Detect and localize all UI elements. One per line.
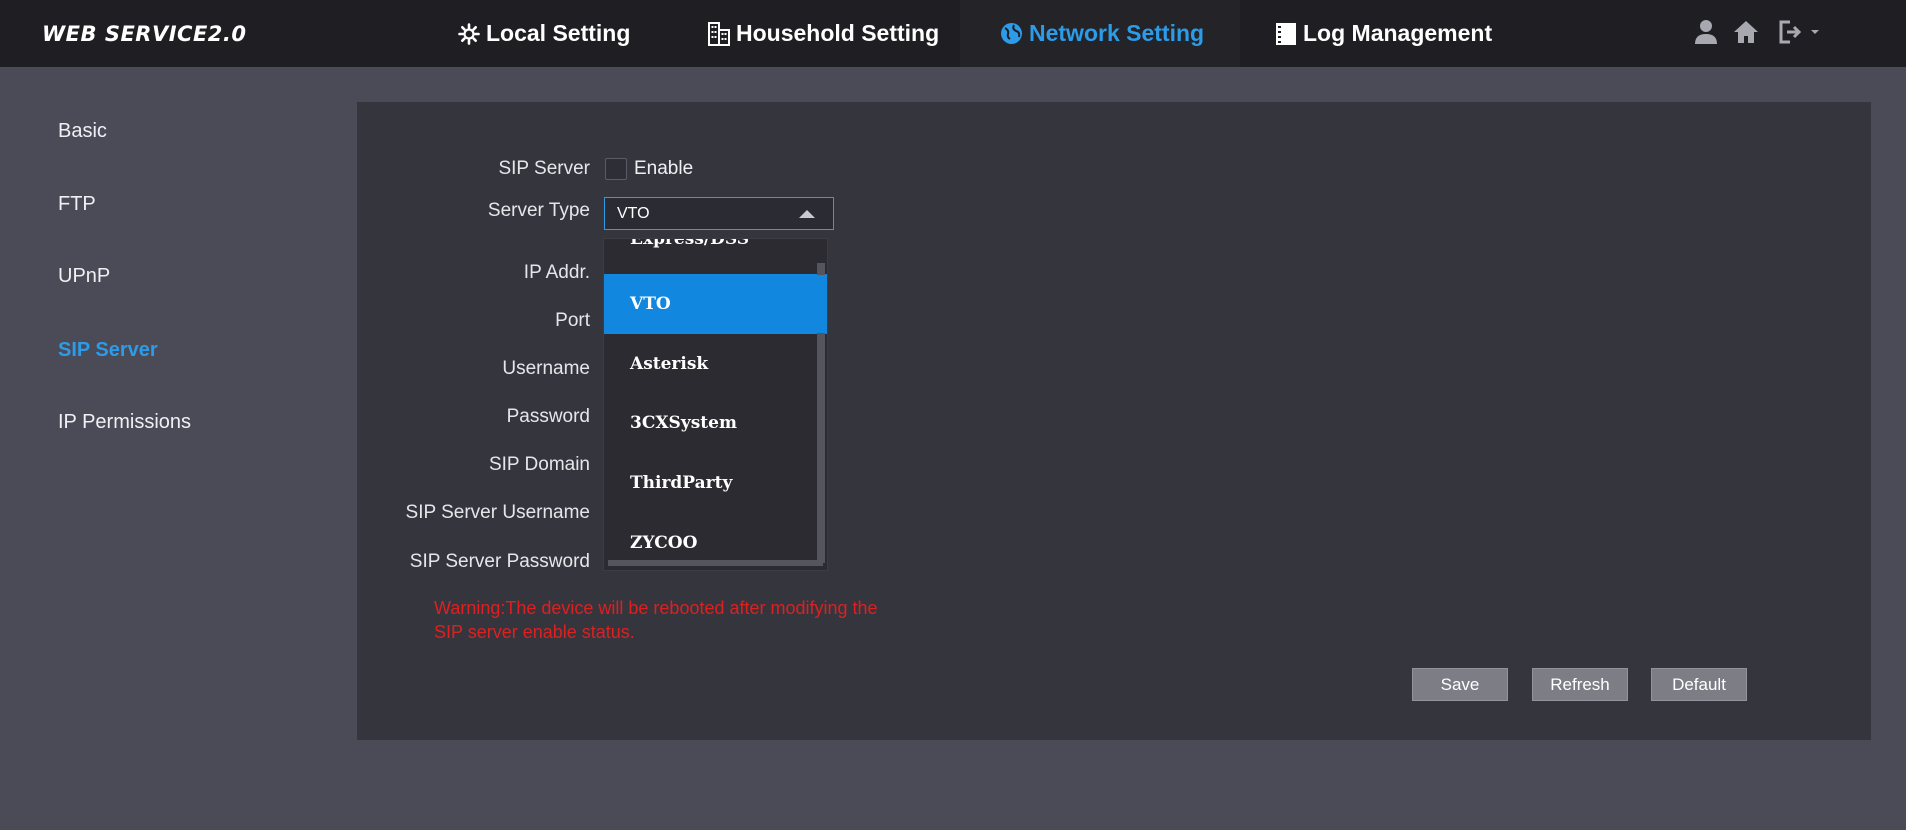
dropdown-option-3cxsystem[interactable]: 3CXSystem bbox=[604, 393, 827, 453]
port-label: Port bbox=[555, 310, 590, 331]
sidebar-item-ip-permissions[interactable]: IP Permissions bbox=[58, 411, 191, 434]
save-button[interactable]: Save bbox=[1412, 668, 1508, 701]
building-icon bbox=[708, 21, 730, 46]
globe-icon bbox=[1000, 22, 1023, 45]
dropdown-option-thirdparty[interactable]: ThirdParty bbox=[604, 453, 827, 513]
tab-log-management[interactable]: Log Management bbox=[1275, 0, 1492, 67]
default-button[interactable]: Default bbox=[1651, 668, 1747, 701]
username-label: Username bbox=[502, 358, 590, 379]
ip-addr-label: IP Addr. bbox=[523, 262, 590, 283]
gear-icon bbox=[458, 22, 480, 45]
chevron-up-icon bbox=[799, 210, 815, 218]
sidebar-item-upnp[interactable]: UPnP bbox=[58, 265, 110, 288]
server-type-select[interactable]: VTO bbox=[604, 197, 834, 230]
logout-icon[interactable] bbox=[1778, 19, 1822, 50]
log-icon bbox=[1275, 22, 1297, 46]
sip-domain-label: SIP Domain bbox=[488, 454, 590, 475]
sidebar-item-basic[interactable]: Basic bbox=[58, 120, 107, 143]
tab-household-setting[interactable]: Household Setting bbox=[708, 0, 939, 67]
top-navigation-bar: WEB SERVICE2.0 Local Setting Household S… bbox=[0, 0, 1906, 67]
tab-network-setting[interactable]: Network Setting bbox=[960, 0, 1240, 67]
tab-label: Household Setting bbox=[736, 20, 940, 46]
app-logo: WEB SERVICE2.0 bbox=[42, 22, 247, 46]
server-type-dropdown: Express/DSS VTO Asterisk 3CXSystem Third… bbox=[603, 238, 828, 571]
reboot-warning: Warning:The device will be rebooted afte… bbox=[434, 596, 954, 644]
home-icon[interactable] bbox=[1733, 19, 1759, 50]
refresh-button[interactable]: Refresh bbox=[1532, 668, 1628, 701]
warning-line-2: SIP server enable status. bbox=[434, 622, 635, 642]
dropdown-option-express-dss[interactable]: Express/DSS bbox=[604, 239, 827, 269]
tab-label: Network Setting bbox=[1029, 20, 1205, 46]
dropdown-option-asterisk[interactable]: Asterisk bbox=[604, 334, 827, 394]
sip-server-username-label: SIP Server Username bbox=[405, 502, 590, 523]
dropdown-scrollbar-thumb[interactable] bbox=[817, 275, 825, 333]
sip-server-password-label: SIP Server Password bbox=[409, 551, 590, 572]
password-label: Password bbox=[506, 406, 590, 427]
user-icon[interactable] bbox=[1694, 19, 1718, 50]
sip-server-enable-checkbox[interactable] bbox=[605, 158, 627, 180]
server-type-label: Server Type bbox=[487, 200, 590, 221]
sip-server-label: SIP Server bbox=[498, 158, 590, 179]
tab-label: Local Setting bbox=[486, 20, 631, 46]
enable-label: Enable bbox=[634, 158, 694, 179]
dropdown-option-vto[interactable]: VTO bbox=[604, 274, 827, 334]
tab-label: Log Management bbox=[1303, 20, 1493, 46]
dropdown-horizontal-scrollbar[interactable] bbox=[608, 560, 823, 566]
server-type-value: VTO bbox=[617, 205, 650, 222]
tab-local-setting[interactable]: Local Setting bbox=[458, 0, 630, 67]
sidebar-item-sip-server[interactable]: SIP Server bbox=[58, 339, 158, 362]
warning-line-1: Warning:The device will be rebooted afte… bbox=[434, 598, 878, 618]
sidebar-item-ftp[interactable]: FTP bbox=[58, 193, 96, 216]
